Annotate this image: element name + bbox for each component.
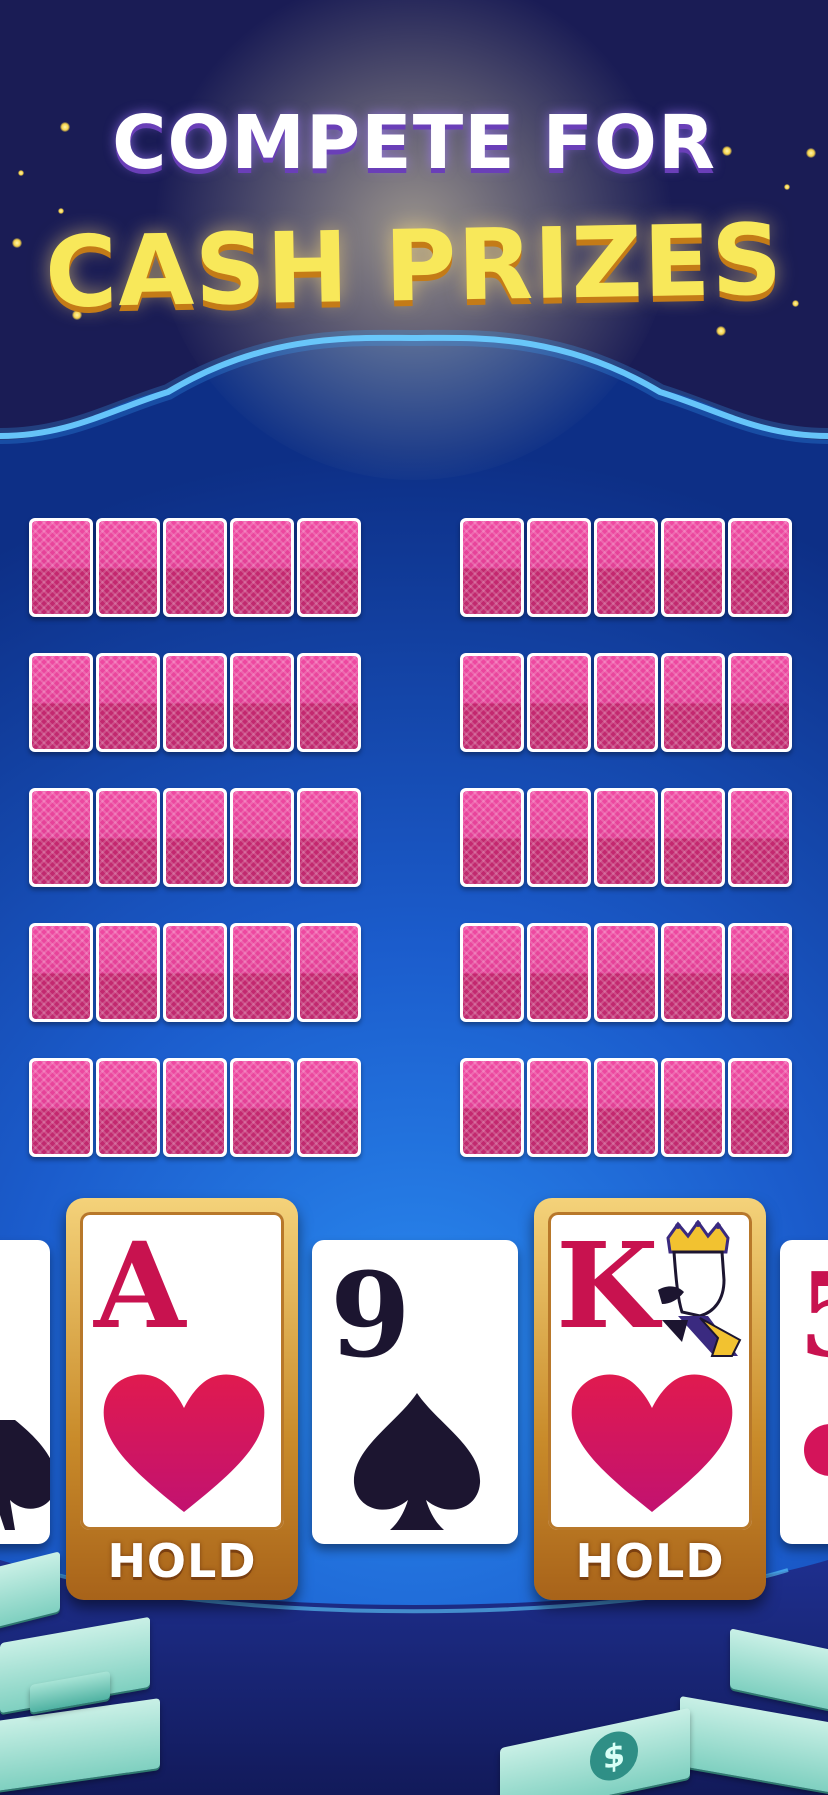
card-back [96, 1058, 160, 1157]
card-rank: 5 [798, 1248, 828, 1384]
card-back [728, 788, 792, 887]
card-back-row [29, 1058, 364, 1157]
hold-label: HOLD [575, 1534, 725, 1588]
card-back [728, 653, 792, 752]
card-back [460, 518, 524, 617]
heart-suit-icon [571, 1374, 733, 1512]
card-face: A [80, 1212, 284, 1530]
card-back [297, 653, 361, 752]
card-back [29, 788, 93, 887]
card-back [527, 923, 591, 1022]
card-back [29, 923, 93, 1022]
card-back [163, 518, 227, 617]
card-back-row [29, 788, 364, 887]
card-back [163, 1058, 227, 1157]
money-stack-icon: $ [500, 1620, 828, 1795]
held-card-king-hearts[interactable]: K HOLD [534, 1198, 766, 1600]
card-face: K [548, 1212, 752, 1530]
card-back [29, 518, 93, 617]
card-back-row [29, 653, 364, 752]
hand-card-1[interactable] [0, 1240, 50, 1544]
card-back [96, 788, 160, 887]
card-rank: 9 [330, 1248, 411, 1384]
card-back [661, 788, 725, 887]
card-back [527, 653, 591, 752]
card-back [527, 518, 591, 617]
card-rank: A [94, 1216, 186, 1355]
card-back [460, 1058, 524, 1157]
card-back [29, 1058, 93, 1157]
card-back [661, 653, 725, 752]
card-back [728, 923, 792, 1022]
card-back [163, 923, 227, 1022]
card-back [230, 923, 294, 1022]
card-back [661, 518, 725, 617]
card-back [728, 518, 792, 617]
card-back-row [460, 1058, 795, 1157]
card-back [460, 653, 524, 752]
card-back [594, 1058, 658, 1157]
card-back-row [460, 653, 795, 752]
heart-suit-icon [804, 1424, 828, 1476]
card-back [230, 788, 294, 887]
money-stack-icon [0, 1551, 170, 1795]
card-back-row [29, 518, 364, 617]
headline-line-1: COMPETE FOR [112, 100, 716, 186]
hand-card-5[interactable]: 5 [780, 1240, 828, 1544]
spade-suit-icon [0, 1420, 50, 1530]
card-back [297, 1058, 361, 1157]
card-back [96, 518, 160, 617]
star-sparkle-icon [58, 208, 64, 214]
card-back-row [29, 923, 364, 1022]
card-back [230, 653, 294, 752]
card-back [230, 518, 294, 617]
card-rank: K [556, 1216, 659, 1355]
card-back-row [460, 788, 795, 887]
card-back [230, 1058, 294, 1157]
hand-card-9-spades[interactable]: 9 [312, 1240, 518, 1544]
game-screen: COMPETE FOR CASH PRIZES A HOLD 9 K HOLD … [0, 0, 828, 1795]
card-back [29, 653, 93, 752]
card-back [527, 788, 591, 887]
card-back [594, 923, 658, 1022]
card-back-row [460, 518, 795, 617]
card-back [96, 923, 160, 1022]
card-back [163, 653, 227, 752]
heart-suit-icon [103, 1374, 265, 1512]
card-back [460, 923, 524, 1022]
card-back [297, 788, 361, 887]
star-sparkle-icon [716, 326, 726, 336]
card-back [96, 653, 160, 752]
card-back [297, 923, 361, 1022]
card-back [163, 788, 227, 887]
card-back-row [460, 923, 795, 1022]
held-card-ace-hearts[interactable]: A HOLD [66, 1198, 298, 1600]
card-back [661, 1058, 725, 1157]
card-back [594, 653, 658, 752]
card-back [460, 788, 524, 887]
headline-line-2: CASH PRIZES [44, 203, 784, 331]
card-back [527, 1058, 591, 1157]
card-back [728, 1058, 792, 1157]
card-back [594, 518, 658, 617]
card-back [594, 788, 658, 887]
spade-suit-icon [353, 1393, 481, 1530]
king-face-icon [658, 1220, 742, 1357]
card-back [661, 923, 725, 1022]
card-back [297, 518, 361, 617]
